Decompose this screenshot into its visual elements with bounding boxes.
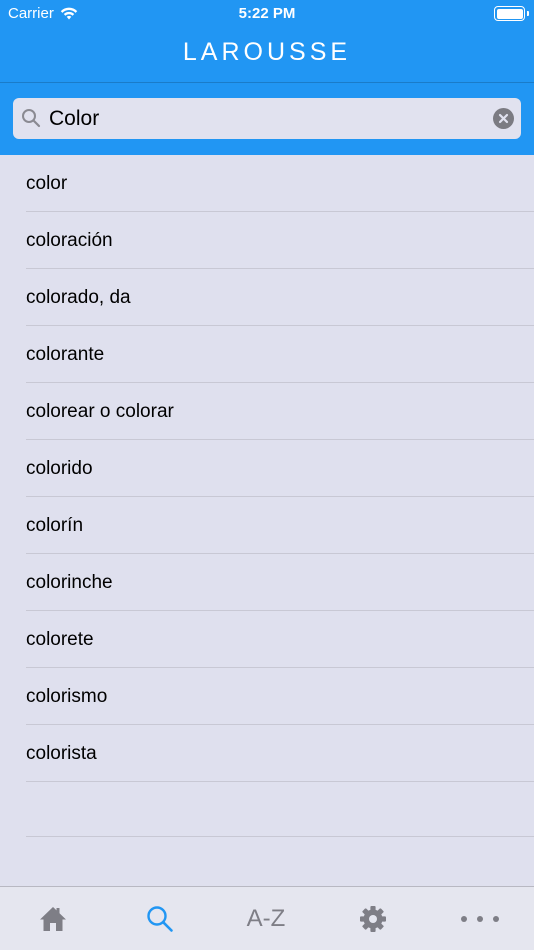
tab-home[interactable] (0, 887, 106, 950)
tab-bar: A-Z (0, 886, 534, 950)
brand-logo: LAROUSSE (182, 38, 352, 66)
tab-search[interactable] (107, 887, 213, 950)
list-divider (26, 836, 534, 837)
search-bar[interactable] (13, 98, 521, 139)
more-icon (461, 915, 499, 922)
app-header: Carrier 5:22 PM LAROUSSE (0, 0, 534, 155)
list-item[interactable]: color (0, 155, 534, 212)
tab-a-z[interactable]: A-Z (213, 887, 319, 950)
list-item[interactable]: colorín (0, 497, 534, 554)
battery-level (496, 8, 523, 19)
list-item[interactable]: colorista (0, 725, 534, 782)
close-icon (498, 113, 509, 124)
results-list: color coloración colorado, da colorante … (0, 155, 534, 782)
list-item[interactable]: colorido (0, 440, 534, 497)
list-item[interactable]: colorante (0, 326, 534, 383)
list-item[interactable]: colorear o colorar (0, 383, 534, 440)
battery-icon (494, 6, 525, 21)
list-item[interactable]: colorismo (0, 668, 534, 725)
status-time: 5:22 PM (238, 5, 296, 22)
search-icon (147, 905, 173, 932)
gear-icon (360, 905, 386, 932)
tab-settings[interactable] (320, 887, 426, 950)
header-divider (0, 82, 534, 83)
clear-search-button[interactable] (493, 108, 514, 129)
status-bar: Carrier 5:22 PM (0, 0, 534, 28)
list-item[interactable]: coloración (0, 212, 534, 269)
home-icon (40, 906, 66, 931)
list-item[interactable]: colorado, da (0, 269, 534, 326)
list-item[interactable]: colorinche (0, 554, 534, 611)
list-item[interactable]: colorete (0, 611, 534, 668)
tab-more[interactable] (427, 887, 533, 950)
tab-a-z-label: A-Z (246, 904, 286, 932)
search-icon (22, 109, 41, 128)
battery-tip (527, 11, 529, 16)
search-input[interactable] (49, 98, 489, 139)
